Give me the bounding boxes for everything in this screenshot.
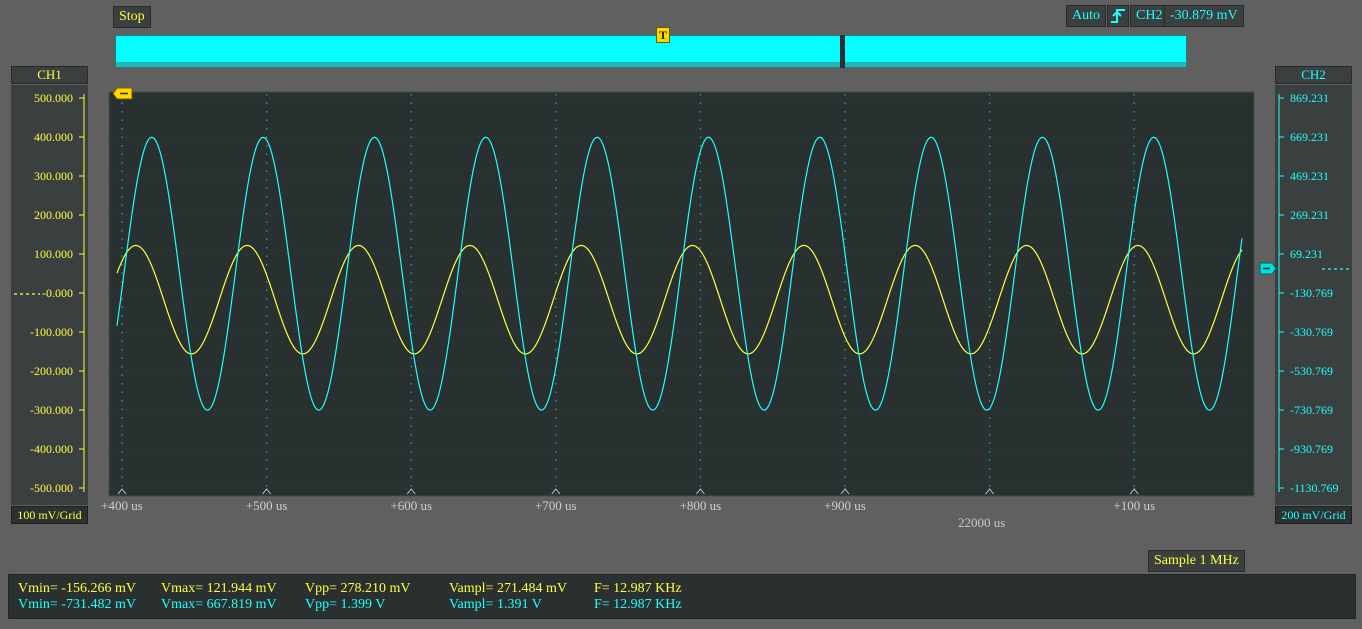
axis-tick-label: -530.769 xyxy=(1290,364,1333,378)
axis-tick-label: -930.769 xyxy=(1290,442,1333,456)
axis-tick-label: -330.769 xyxy=(1290,325,1333,339)
ch1-vpp: Vpp= 278.210 mV xyxy=(305,581,411,596)
axis-tick-label: 869.231 xyxy=(1290,91,1329,105)
time-tick-label: +700 us xyxy=(535,498,577,513)
ch1-vmin: Vmin= -156.266 mV xyxy=(18,581,136,596)
ch2-vpp: Vpp= 1.399 V xyxy=(305,597,386,612)
axis-tick-label: -200.000 xyxy=(30,364,73,378)
axis-tick-label: 469.231 xyxy=(1290,169,1329,183)
axis-tick-label: -0.000 xyxy=(42,286,73,300)
axis-tick-label: 669.231 xyxy=(1290,130,1329,144)
oscilloscope-plot[interactable]: 500.000 400.000 300.000 200.000 100.000 -0.00… xyxy=(0,0,1362,540)
ch1-axis: 500.000 400.000 300.000 200.000 100.000 -0.00… xyxy=(30,91,85,495)
ch2-frequency: F= 12.987 KHz xyxy=(594,597,682,612)
axis-tick-label: 269.231 xyxy=(1290,208,1329,222)
axis-tick-label: -300.000 xyxy=(30,403,73,417)
measurement-panel: Vmin= -156.266 mV Vmax= 121.944 mV Vpp= … xyxy=(8,574,1356,619)
time-tick-label: +400 us xyxy=(101,498,143,513)
sample-rate-button[interactable]: Sample 1 MHz xyxy=(1148,550,1245,572)
ch1-vmax: Vmax= 121.944 mV xyxy=(161,581,277,596)
axis-tick-label: -730.769 xyxy=(1290,403,1333,417)
time-reference-label: 22000 us xyxy=(958,515,1006,530)
axis-tick-label: 300.000 xyxy=(34,169,73,183)
axis-tick-label: -500.000 xyxy=(30,481,73,495)
time-tick-label: +600 us xyxy=(390,498,432,513)
ch2-vmin: Vmin= -731.482 mV xyxy=(18,597,136,612)
axis-tick-label: 200.000 xyxy=(34,208,73,222)
ch1-frequency: F= 12.987 KHz xyxy=(594,581,682,596)
time-tick-label: +500 us xyxy=(246,498,288,513)
ch2-measurement-row: Vmin= -731.482 mV Vmax= 667.819 mV Vpp= … xyxy=(9,597,1355,613)
axis-tick-label: 500.000 xyxy=(34,91,73,105)
axis-tick-label: 400.000 xyxy=(34,130,73,144)
ch2-vampl: Vampl= 1.391 V xyxy=(449,597,542,612)
ch1-measurement-row: Vmin= -156.266 mV Vmax= 121.944 mV Vpp= … xyxy=(9,581,1355,597)
plot-area[interactable] xyxy=(108,91,1255,497)
axis-tick-label: 69.231 xyxy=(1290,247,1323,261)
time-tick-label: +900 us xyxy=(824,498,866,513)
axis-tick-label: -400.000 xyxy=(30,442,73,456)
ch2-trigger-level-marker[interactable] xyxy=(1259,262,1350,275)
axis-tick-label: -1130.769 xyxy=(1290,481,1339,495)
axis-tick-label: -100.000 xyxy=(30,325,73,339)
axis-tick-label: -130.769 xyxy=(1290,286,1333,300)
ch2-axis: 869.231 669.231 469.231 269.231 69.231 -130.7… xyxy=(1278,91,1339,495)
time-tick-label: +800 us xyxy=(680,498,722,513)
ch1-reference-marker[interactable] xyxy=(112,87,133,100)
ch2-vmax: Vmax= 667.819 mV xyxy=(161,597,277,612)
time-tick-label: +100 us xyxy=(1113,498,1155,513)
ch1-vampl: Vampl= 271.484 mV xyxy=(449,581,567,596)
axis-tick-label: 100.000 xyxy=(34,247,73,261)
